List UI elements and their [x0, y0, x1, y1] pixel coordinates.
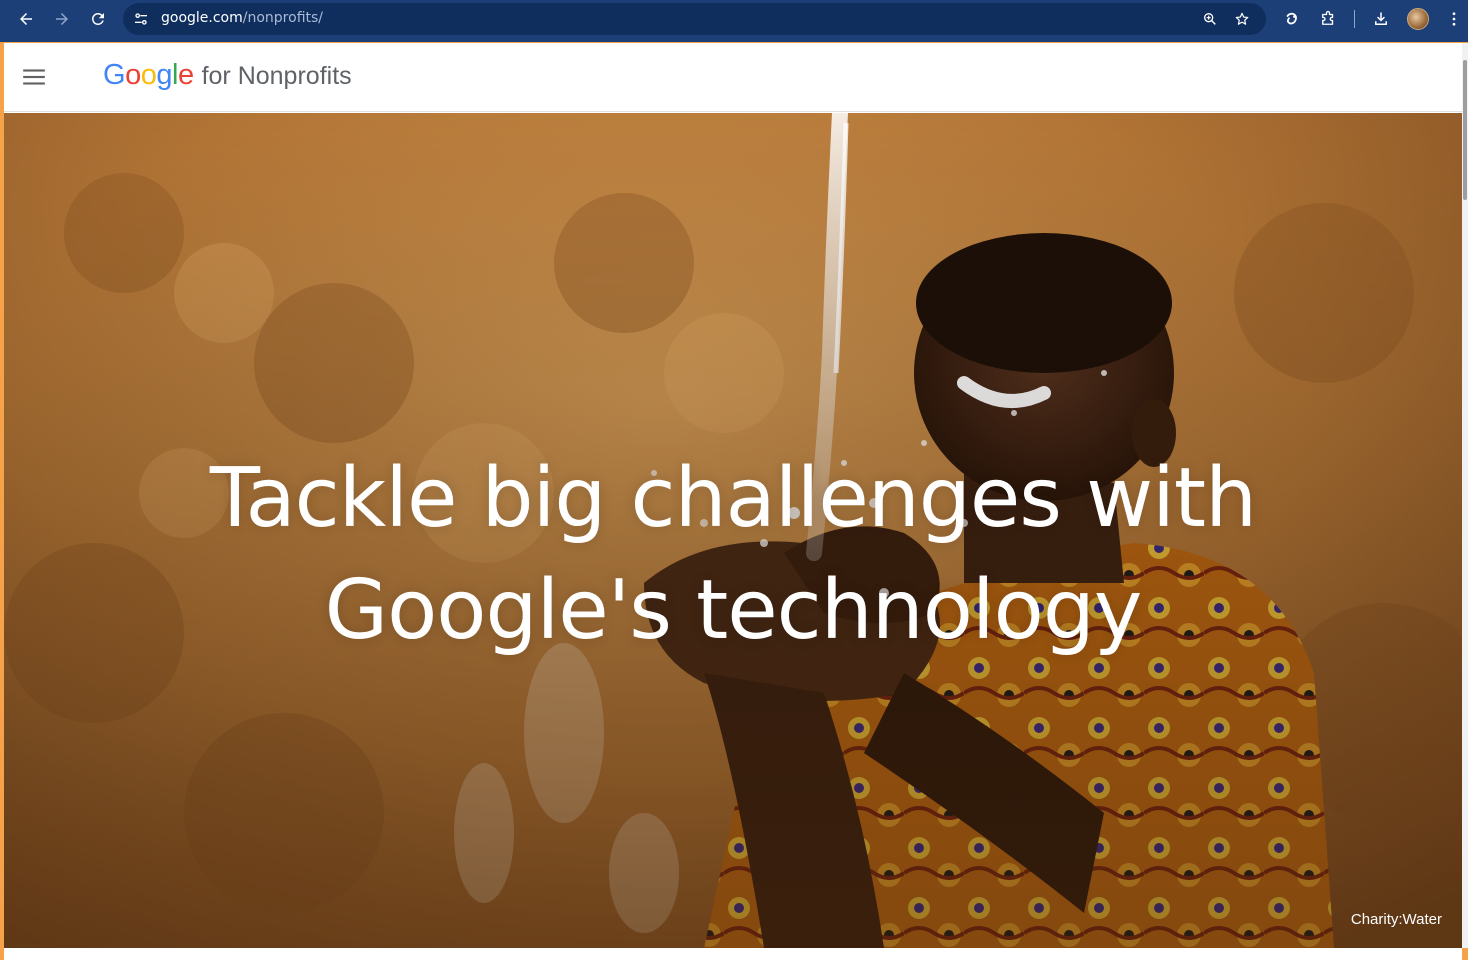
google-wordmark: Google: [103, 59, 194, 92]
downloads-button[interactable]: [1368, 6, 1394, 32]
reload-icon: [91, 12, 104, 25]
site-logo[interactable]: Google for Nonprofits: [103, 59, 352, 92]
url-path: /nonprofits/: [242, 10, 324, 26]
browser-menu-button[interactable]: [1441, 6, 1467, 32]
kebab-icon: [1452, 12, 1456, 26]
extensions-button[interactable]: [1315, 6, 1341, 32]
tune-icon[interactable]: [133, 11, 149, 27]
browser-toolbar: google.com/nonprofits/: [0, 0, 1468, 42]
avatar[interactable]: [1407, 8, 1429, 30]
hero-section: Tackle big challenges with Google's tech…: [4, 113, 1462, 948]
extension-pin-icon: [1286, 12, 1297, 25]
scrollbar-thumb[interactable]: [1463, 60, 1467, 200]
pinned-extension-button[interactable]: [1279, 6, 1305, 32]
forward-button[interactable]: [47, 4, 77, 34]
arrow-left-icon: [20, 13, 32, 25]
page-viewport: Google for Nonprofits Tackle big challen…: [4, 43, 1462, 948]
logo-letter: G: [103, 59, 126, 91]
logo-letter: o: [125, 59, 141, 91]
photo-credit: Charity:Water: [1350, 911, 1442, 928]
url-host: google.com: [161, 10, 243, 26]
zoom-icon: [1204, 12, 1216, 25]
hero-title-line-1: Tackle big challenges with: [209, 451, 1257, 546]
bookmark-button[interactable]: [1231, 8, 1253, 30]
logo-letter: g: [156, 59, 172, 91]
star-icon: [1235, 12, 1249, 25]
logo-letter: e: [177, 59, 194, 91]
hero-title: Tackle big challenges with Google's tech…: [4, 443, 1462, 667]
site-header: Google for Nonprofits: [4, 43, 1462, 112]
logo-letter: o: [140, 59, 157, 91]
reload-button[interactable]: [83, 4, 113, 34]
address-bar[interactable]: google.com/nonprofits/: [123, 3, 1266, 35]
menu-button[interactable]: [18, 61, 50, 93]
puzzle-icon: [1322, 10, 1334, 25]
hero-title-line-2: Google's technology: [324, 563, 1143, 658]
url-text[interactable]: google.com/nonprofits/: [161, 10, 323, 26]
arrow-right-icon: [56, 13, 68, 25]
brand-suffix: for Nonprofits: [201, 62, 352, 90]
zoom-button[interactable]: [1199, 8, 1221, 30]
download-icon: [1375, 12, 1387, 25]
page-bottom-edge: [4, 948, 1462, 960]
back-button[interactable]: [11, 4, 41, 34]
hamburger-icon: [23, 69, 45, 85]
toolbar-divider: [1354, 10, 1355, 28]
